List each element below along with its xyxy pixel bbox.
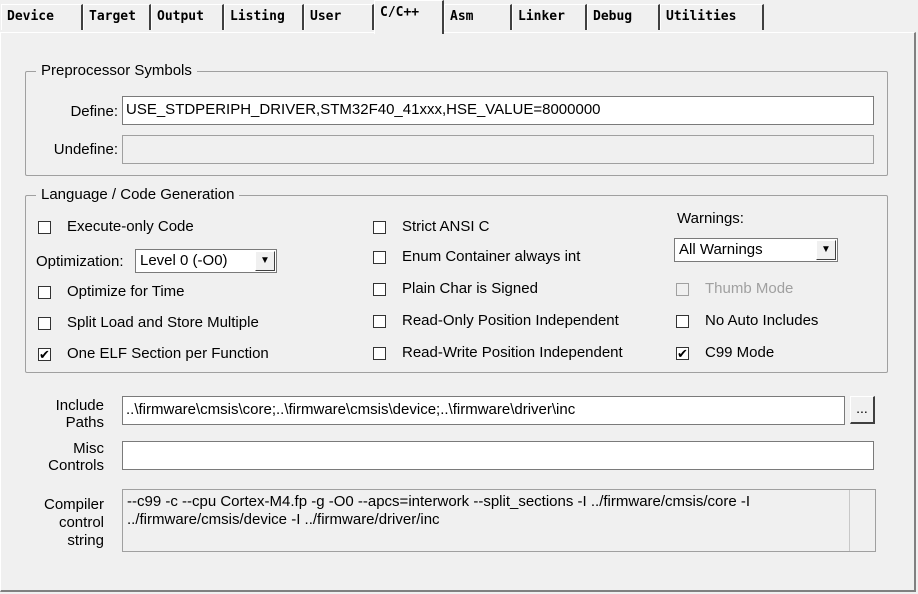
tab-asm[interactable]: Asm — [444, 4, 512, 30]
one-elf-section-label: One ELF Section per Function — [67, 345, 269, 362]
compiler-control-line2: ../firmware/cmsis/device -I ../firmware/… — [127, 511, 440, 528]
tab-utilities[interactable]: Utilities — [660, 4, 764, 30]
tab-listing[interactable]: Listing — [224, 4, 304, 30]
thumb-mode-label: Thumb Mode — [705, 280, 794, 297]
checkbox-box — [38, 286, 51, 299]
warnings-label: Warnings: — [677, 210, 744, 227]
split-load-store-label: Split Load and Store Multiple — [67, 314, 259, 331]
tab-c-cpp[interactable]: C/C++ — [374, 0, 444, 34]
execute-only-code-label: Execute-only Code — [67, 218, 194, 235]
tab-output[interactable]: Output — [151, 4, 224, 30]
c99-mode-label: C99 Mode — [705, 344, 775, 361]
checkbox-box — [373, 221, 386, 234]
chevron-down-icon[interactable]: ▼ — [255, 251, 275, 271]
compiler-control-string[interactable]: --c99 -c --cpu Cortex-M4.fp -g -O0 --apc… — [122, 489, 876, 552]
optimization-label: Optimization: — [36, 253, 124, 270]
checkbox-box — [373, 251, 386, 264]
compiler-control-label-line3: string — [67, 532, 104, 549]
checkbox-box — [676, 315, 689, 328]
tab-user[interactable]: User — [304, 4, 374, 30]
enum-container-label: Enum Container always int — [402, 248, 581, 265]
tab-device[interactable]: Device — [1, 4, 83, 30]
warnings-select[interactable]: All Warnings ▼ — [674, 238, 838, 262]
misc-controls-input[interactable] — [122, 441, 874, 470]
read-only-pi-label: Read-Only Position Independent — [402, 312, 619, 329]
checkbox-box — [38, 317, 51, 330]
no-auto-includes-label: No Auto Includes — [705, 312, 819, 329]
include-paths-label-line1: Include — [55, 397, 104, 414]
checkbox-box — [373, 283, 386, 296]
chevron-down-icon[interactable]: ▼ — [816, 240, 836, 260]
tab-linker[interactable]: Linker — [512, 4, 587, 30]
checkmark-icon: ✔ — [676, 346, 689, 361]
warnings-select-value: All Warnings — [679, 241, 763, 258]
define-label: Define: — [70, 103, 118, 120]
misc-controls-label-line2: Controls — [48, 457, 104, 474]
compiler-control-line1: --c99 -c --cpu Cortex-M4.fp -g -O0 --apc… — [127, 493, 751, 510]
language-code-generation-title: Language / Code Generation — [36, 186, 240, 204]
checkbox-box — [373, 315, 386, 328]
preprocessor-symbols-title: Preprocessor Symbols — [36, 62, 197, 80]
tab-target[interactable]: Target — [83, 4, 151, 30]
include-paths-label-line2: Paths — [65, 414, 104, 431]
checkmark-icon: ✔ — [38, 347, 51, 362]
tab-bar: Device Target Output Listing User C/C++ … — [0, 0, 918, 34]
optimize-for-time-label: Optimize for Time — [67, 283, 185, 300]
read-write-pi-label: Read-Write Position Independent — [402, 344, 623, 361]
compiler-control-scrollbar[interactable] — [849, 490, 875, 551]
undefine-label: Undefine: — [53, 141, 118, 158]
misc-controls-label-line1: Misc — [73, 440, 104, 457]
optimization-select[interactable]: Level 0 (-O0) ▼ — [135, 249, 277, 273]
checkbox-box — [676, 283, 689, 296]
define-input[interactable]: USE_STDPERIPH_DRIVER,STM32F40_41xxx,HSE_… — [122, 96, 874, 125]
checkbox-box — [373, 347, 386, 360]
include-paths-input[interactable]: ..\firmware\cmsis\core;..\firmware\cmsis… — [122, 396, 845, 425]
tab-debug[interactable]: Debug — [587, 4, 660, 30]
include-paths-browse-button[interactable]: ... — [850, 396, 875, 424]
undefine-input[interactable] — [122, 135, 874, 164]
strict-ansi-c-label: Strict ANSI C — [402, 218, 490, 235]
plain-char-signed-label: Plain Char is Signed — [402, 280, 538, 297]
optimization-select-value: Level 0 (-O0) — [140, 252, 228, 269]
checkbox-box — [38, 221, 51, 234]
compiler-control-label-line1: Compiler — [43, 496, 104, 513]
compiler-control-label-line2: control — [58, 514, 104, 531]
